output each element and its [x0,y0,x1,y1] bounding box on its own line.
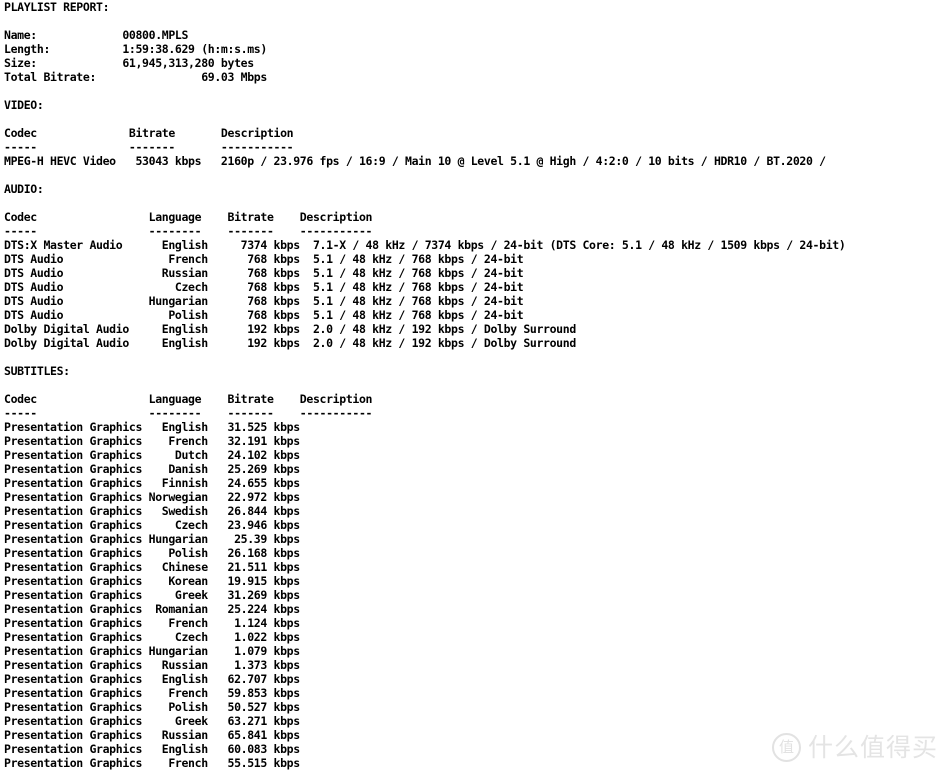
subtitles-track-row: Presentation Graphics Chinese 21.511 kbp… [4,560,300,574]
subtitles-track-row: Presentation Graphics Romanian 25.224 kb… [4,602,300,616]
subtitles-track-row: Presentation Graphics Greek 31.269 kbps [4,588,300,602]
subtitles-track-row: Presentation Graphics Polish 26.168 kbps [4,546,300,560]
subtitles-track-row: Presentation Graphics Dutch 24.102 kbps [4,448,300,462]
audio-track-row: DTS Audio Russian 768 kbps 5.1 / 48 kHz … [4,266,524,280]
summary-row-name: Name: 00800.MPLS [4,28,189,42]
video-header-rule: ----- ------- ----------- [4,140,294,154]
subtitles-track-row: Presentation Graphics Hungarian 1.079 kb… [4,644,300,658]
subtitles-track-row: Presentation Graphics Norwegian 22.972 k… [4,490,300,504]
audio-track-row: DTS Audio Czech 768 kbps 5.1 / 48 kHz / … [4,280,524,294]
subtitles-track-row: Presentation Graphics French 59.853 kbps [4,686,300,700]
subtitles-track-row: Presentation Graphics Finnish 24.655 kbp… [4,476,300,490]
subtitles-track-row: Presentation Graphics Polish 50.527 kbps [4,700,300,714]
summary-row-total-bitrate: Total Bitrate: 69.03 Mbps [4,70,267,84]
subtitles-header-row: Codec Language Bitrate Description [4,392,373,406]
audio-header-row: Codec Language Bitrate Description [4,210,373,224]
subtitles-track-row: Presentation Graphics French 32.191 kbps [4,434,300,448]
subtitles-track-row: Presentation Graphics Hungarian 25.39 kb… [4,532,300,546]
subtitles-track-row: Presentation Graphics Czech 1.022 kbps [4,630,300,644]
audio-track-row: Dolby Digital Audio English 192 kbps 2.0… [4,336,576,350]
audio-track-row: DTS Audio Polish 768 kbps 5.1 / 48 kHz /… [4,308,524,322]
report-title: PLAYLIST REPORT: [4,0,110,14]
subtitles-track-row: Presentation Graphics Russian 65.841 kbp… [4,728,300,742]
audio-track-row: DTS:X Master Audio English 7374 kbps 7.1… [4,238,846,252]
subtitles-track-row: Presentation Graphics Greek 63.271 kbps [4,714,300,728]
subtitles-track-row: Presentation Graphics Korean 19.915 kbps [4,574,300,588]
subtitles-track-row: Presentation Graphics Danish 25.269 kbps [4,462,300,476]
subtitles-header-rule: ----- -------- ------- ----------- [4,406,373,420]
audio-track-row: DTS Audio French 768 kbps 5.1 / 48 kHz /… [4,252,524,266]
subtitles-track-row: Presentation Graphics French 1.124 kbps [4,616,300,630]
subtitles-track-row: Presentation Graphics English 60.083 kbp… [4,742,300,756]
subtitles-track-row: Presentation Graphics Swedish 26.844 kbp… [4,504,300,518]
audio-track-row: DTS Audio Hungarian 768 kbps 5.1 / 48 kH… [4,294,524,308]
video-section-title: VIDEO: [4,98,44,112]
playlist-report: PLAYLIST REPORT: Name: 00800.MPLS Length:… [4,0,948,770]
subtitles-track-row: Presentation Graphics French 55.515 kbps [4,756,300,770]
audio-header-rule: ----- -------- ------- ----------- [4,224,373,238]
video-track-row: MPEG-H HEVC Video 53043 kbps 2160p / 23.… [4,154,826,168]
audio-track-row: Dolby Digital Audio English 192 kbps 2.0… [4,322,576,336]
subtitles-track-row: Presentation Graphics Russian 1.373 kbps [4,658,300,672]
subtitles-section-title: SUBTITLES: [4,364,70,378]
audio-section-title: AUDIO: [4,182,44,196]
summary-row-length: Length: 1:59:38.629 (h:m:s.ms) [4,42,267,56]
subtitles-track-row: Presentation Graphics Czech 23.946 kbps [4,518,300,532]
video-header-row: Codec Bitrate Description [4,126,294,140]
subtitles-track-row: Presentation Graphics English 31.525 kbp… [4,420,300,434]
summary-row-size: Size: 61,945,313,280 bytes [4,56,254,70]
subtitles-track-row: Presentation Graphics English 62.707 kbp… [4,672,300,686]
